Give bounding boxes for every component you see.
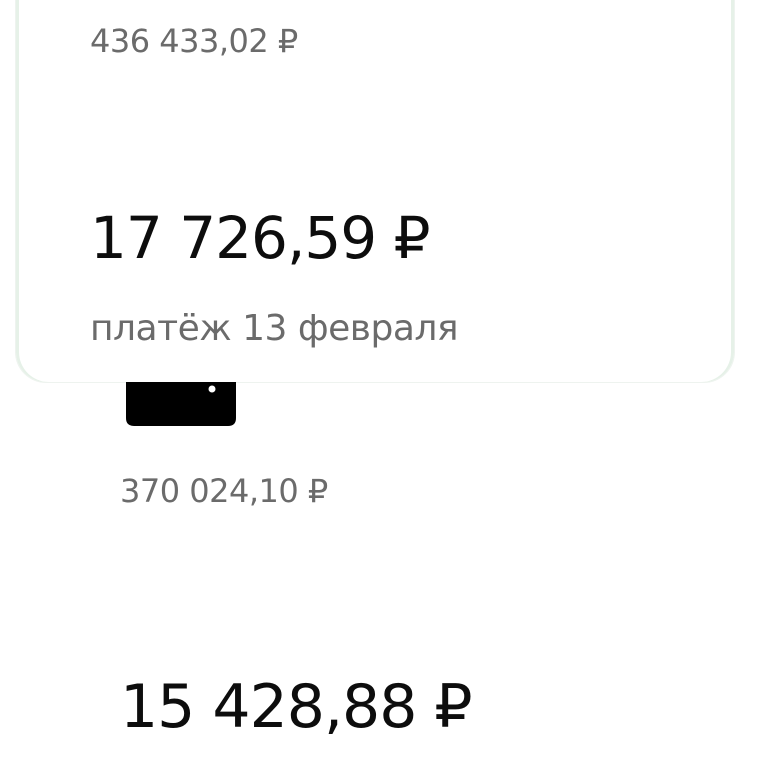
- payment-date-caption: платёж 13 февраля: [90, 308, 459, 349]
- payment-amount: 17 726,59 ₽: [90, 204, 431, 272]
- loan-balance: 370 024,10 ₽: [120, 472, 328, 510]
- loan-balance: 436 433,02 ₽: [90, 22, 298, 60]
- payment-amount: 15 428,88 ₽: [120, 672, 473, 742]
- credit-card-icon: [126, 382, 236, 426]
